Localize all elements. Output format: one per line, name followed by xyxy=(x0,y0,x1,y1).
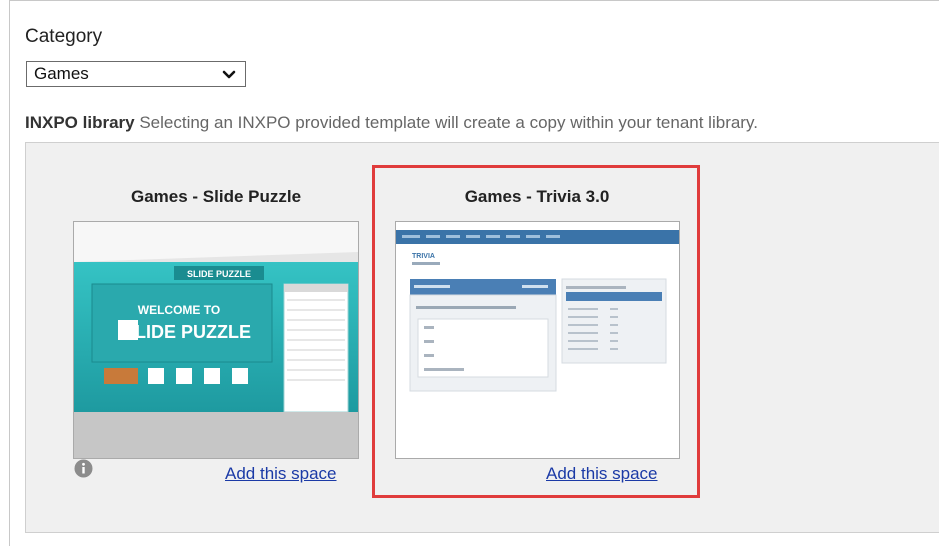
slide-puzzle-preview: SLIDE PUZZLE WELCOME TO SLIDE PUZZLE xyxy=(74,222,358,458)
library-heading: INXPO library xyxy=(25,113,135,132)
category-selected-value: Games xyxy=(34,64,89,83)
info-icon[interactable] xyxy=(74,459,93,478)
library-description: Selecting an INXPO provided template wil… xyxy=(134,113,758,132)
thumb-welcome-text: WELCOME TO xyxy=(138,303,220,317)
category-select[interactable]: Games xyxy=(26,61,246,87)
svg-text:SLIDE PUZZLE: SLIDE PUZZLE xyxy=(187,269,251,279)
library-line: INXPO library Selecting an INXPO provide… xyxy=(25,113,758,133)
category-label: Category xyxy=(25,26,103,47)
chevron-down-icon xyxy=(222,70,236,79)
add-slide-puzzle-link[interactable]: Add this space xyxy=(225,464,337,484)
slide-puzzle-thumbnail[interactable]: SLIDE PUZZLE WELCOME TO SLIDE PUZZLE xyxy=(73,221,359,459)
card-title-slide-puzzle: Games - Slide Puzzle xyxy=(130,187,302,206)
thumb-title-text: SLIDE PUZZLE xyxy=(123,322,251,342)
selected-template-highlight xyxy=(372,165,700,498)
